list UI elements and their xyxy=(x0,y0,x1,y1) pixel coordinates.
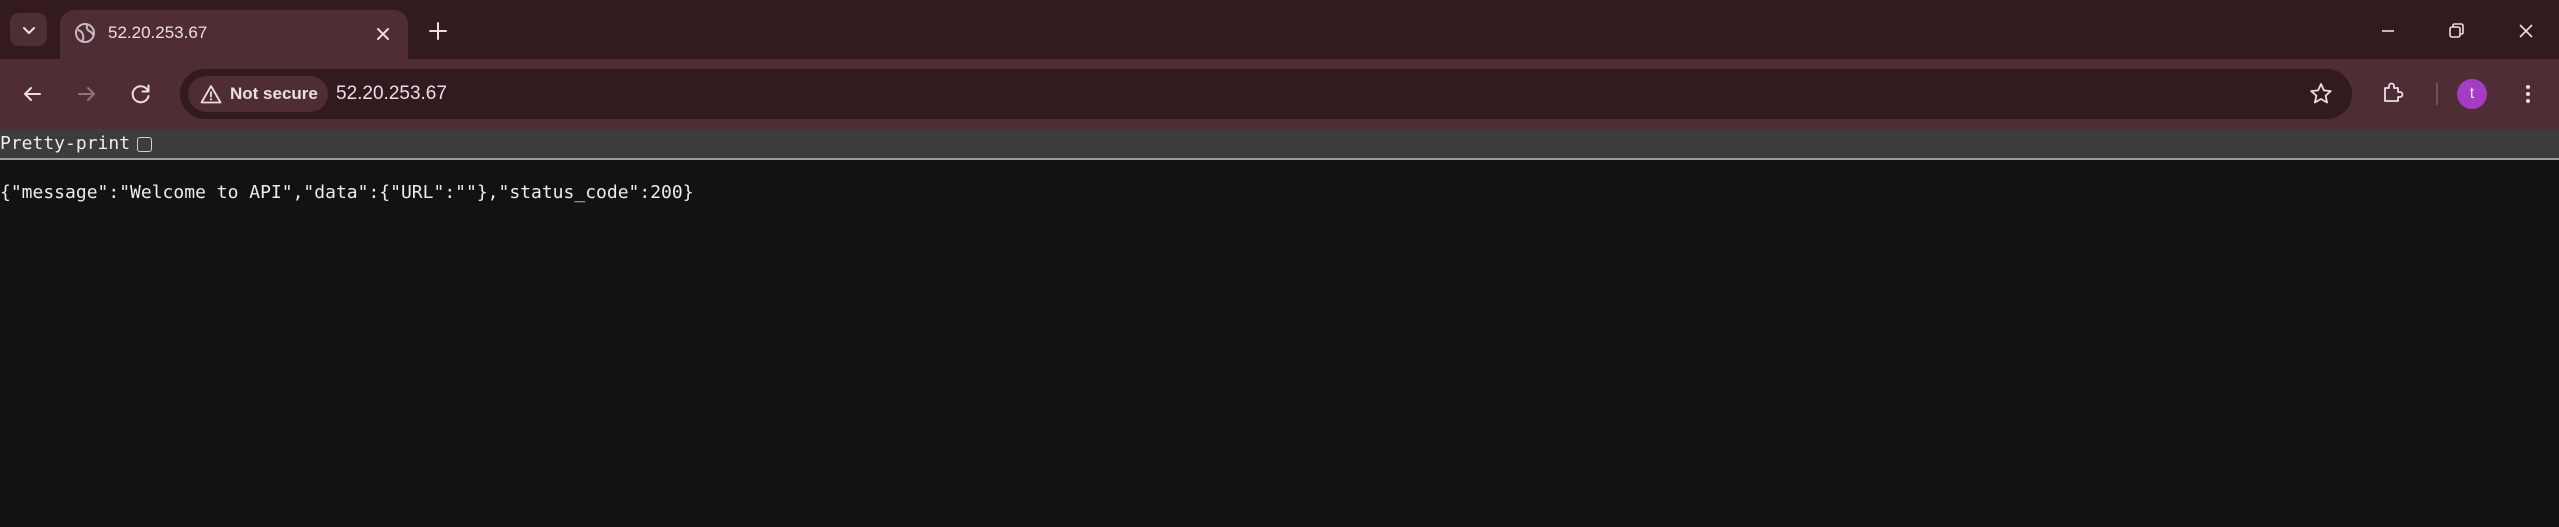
pretty-print-bar: Pretty-print xyxy=(0,129,2559,160)
active-tab[interactable]: 52.20.253.67 xyxy=(60,10,408,59)
pretty-print-checkbox[interactable] xyxy=(137,137,152,152)
toolbar-divider xyxy=(2436,83,2438,105)
reload-icon[interactable] xyxy=(126,79,156,109)
pretty-print-label: Pretty-print xyxy=(0,133,131,154)
tab-strip: 52.20.253.67 xyxy=(0,0,2559,59)
security-label: Not secure xyxy=(230,84,318,103)
warning-icon xyxy=(200,85,222,104)
address-bar[interactable]: Not secure 52.20.253.67 xyxy=(180,69,2352,119)
globe-icon xyxy=(75,23,95,43)
json-response-text: {"message":"Welcome to API","data":{"URL… xyxy=(0,182,694,203)
plus-icon[interactable] xyxy=(424,17,452,45)
close-icon[interactable] xyxy=(372,23,394,45)
chevron-down-icon xyxy=(22,26,35,34)
profile-avatar[interactable]: t xyxy=(2457,79,2487,109)
minimize-icon[interactable] xyxy=(2374,17,2402,45)
kebab-menu-icon[interactable] xyxy=(2513,79,2543,109)
restore-icon[interactable] xyxy=(2442,17,2470,45)
url-text[interactable]: 52.20.253.67 xyxy=(336,83,447,105)
security-indicator[interactable]: Not secure xyxy=(188,76,328,112)
tab-search-button[interactable] xyxy=(10,13,47,46)
window-close-icon[interactable] xyxy=(2512,17,2540,45)
forward-arrow-icon[interactable] xyxy=(72,79,102,109)
extensions-icon[interactable] xyxy=(2378,78,2408,108)
back-arrow-icon[interactable] xyxy=(17,79,47,109)
star-icon[interactable] xyxy=(2308,81,2334,107)
tab-title: 52.20.253.67 xyxy=(108,23,208,42)
browser-toolbar: Not secure 52.20.253.67 t xyxy=(0,59,2559,129)
